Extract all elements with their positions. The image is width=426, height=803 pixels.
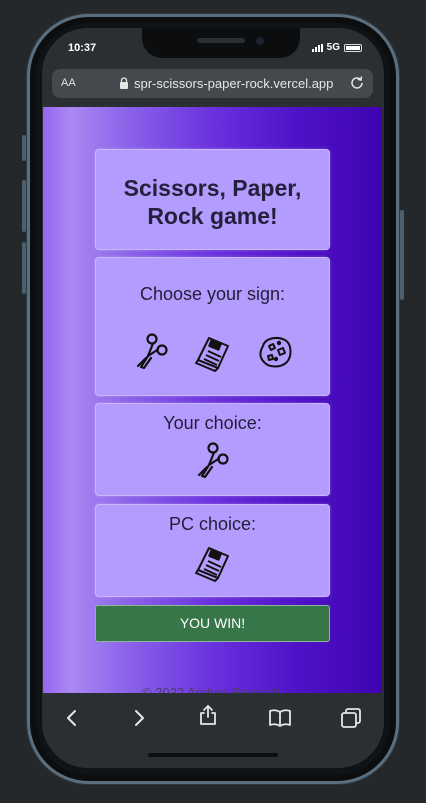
title-line: Scissors, Paper, xyxy=(123,175,302,201)
front-camera xyxy=(256,37,264,45)
choose-sign-card: Choose your sign: xyxy=(95,257,330,396)
phone-side-button xyxy=(22,135,26,161)
rock-icon[interactable] xyxy=(255,332,295,372)
text-size-button[interactable]: AA xyxy=(61,77,76,89)
result-banner: YOU WIN! xyxy=(95,605,330,642)
notch xyxy=(142,28,300,58)
title-line: Rock game! xyxy=(147,203,278,229)
lock-icon xyxy=(120,77,128,89)
address-bar[interactable]: AA spr-scissors-paper-rock.vercel.app xyxy=(52,69,373,98)
status-indicators: 5G xyxy=(311,42,362,53)
browser-toolbar xyxy=(42,693,384,768)
tabs-icon[interactable] xyxy=(340,707,362,729)
back-icon[interactable] xyxy=(61,707,83,729)
phone-screen: 10:37 5G AA spr-scissors-paper-rock.verc… xyxy=(42,28,384,768)
scissors-icon[interactable] xyxy=(132,332,172,372)
speaker xyxy=(197,38,245,43)
choose-sign-label: Choose your sign: xyxy=(139,284,286,304)
url-text[interactable]: spr-scissors-paper-rock.vercel.app xyxy=(134,76,333,91)
footer-copyright: © 2022 Andrea Bersechi xyxy=(141,685,284,693)
reload-icon[interactable] xyxy=(349,75,365,91)
paper-icon xyxy=(195,547,229,582)
game-page: Scissors, Paper, Rock game! Choose your … xyxy=(43,107,382,693)
share-icon[interactable] xyxy=(197,704,219,726)
pc-choice-label: PC choice: xyxy=(168,514,257,534)
network-label: 5G xyxy=(326,42,340,53)
battery-icon xyxy=(344,43,362,52)
forward-icon[interactable] xyxy=(128,707,150,729)
page-title: Scissors, Paper, Rock game! xyxy=(96,174,329,230)
paper-icon[interactable] xyxy=(193,332,233,372)
your-choice-card: Your choice: xyxy=(95,403,330,496)
bookmarks-icon[interactable] xyxy=(269,707,291,729)
status-time: 10:37 xyxy=(68,42,97,54)
scissors-icon xyxy=(197,442,229,479)
status-bar: 10:37 5G xyxy=(42,28,384,68)
your-choice-label: Your choice: xyxy=(163,413,262,433)
phone-side-button xyxy=(22,180,26,232)
home-indicator xyxy=(148,753,278,757)
phone-power-button xyxy=(400,210,404,300)
signal-icon xyxy=(311,43,323,52)
sign-options xyxy=(96,332,329,372)
pc-choice-card: PC choice: xyxy=(95,504,330,597)
title-card: Scissors, Paper, Rock game! xyxy=(95,149,330,250)
phone-side-button xyxy=(22,242,26,294)
